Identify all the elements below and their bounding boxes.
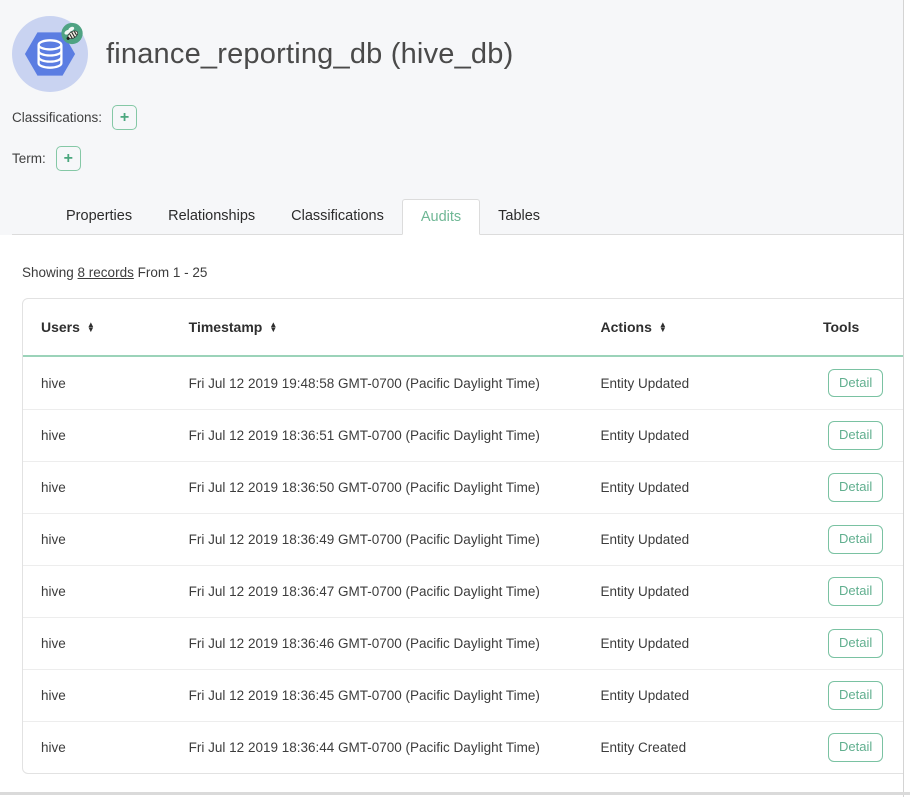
column-header-users[interactable]: Users ▲▼ [23, 299, 171, 357]
tools-cell: Detail [805, 617, 903, 669]
tab-relationships[interactable]: Relationships [150, 199, 273, 235]
action-cell: Entity Updated [583, 513, 805, 565]
user-cell: hive [23, 565, 171, 617]
tab-tables[interactable]: Tables [480, 199, 558, 235]
tab-properties[interactable]: Properties [48, 199, 150, 235]
detail-button[interactable]: Detail [828, 525, 883, 553]
column-label: Actions [601, 319, 652, 335]
user-cell: hive [23, 721, 171, 773]
title-row: finance_reporting_db (hive_db) [12, 16, 903, 92]
user-cell: hive [23, 357, 171, 409]
action-cell: Entity Updated [583, 669, 805, 721]
tools-cell: Detail [805, 669, 903, 721]
tabs: PropertiesRelationshipsClassificationsAu… [12, 199, 903, 235]
horizontal-scrollbar[interactable] [0, 792, 910, 795]
showing-prefix: Showing [22, 265, 78, 280]
hive-bee-badge [61, 23, 82, 44]
column-header-tools: Tools [805, 299, 903, 357]
audit-row: hiveFri Jul 12 2019 18:36:46 GMT-0700 (P… [23, 617, 903, 669]
audit-row: hiveFri Jul 12 2019 18:36:45 GMT-0700 (P… [23, 669, 903, 721]
detail-button[interactable]: Detail [828, 733, 883, 761]
column-label: Timestamp [189, 319, 263, 335]
record-count-summary: Showing 8 records From 1 - 25 [22, 265, 903, 280]
term-label: Term: [12, 151, 46, 166]
detail-button[interactable]: Detail [828, 681, 883, 709]
tools-cell: Detail [805, 565, 903, 617]
column-header-timestamp[interactable]: Timestamp ▲▼ [171, 299, 583, 357]
timestamp-cell: Fri Jul 12 2019 18:36:46 GMT-0700 (Pacif… [171, 617, 583, 669]
audit-row: hiveFri Jul 12 2019 18:36:50 GMT-0700 (P… [23, 461, 903, 513]
detail-button[interactable]: Detail [828, 369, 883, 397]
column-label: Users [41, 319, 80, 335]
timestamp-cell: Fri Jul 12 2019 18:36:49 GMT-0700 (Pacif… [171, 513, 583, 565]
detail-button[interactable]: Detail [828, 473, 883, 501]
detail-button[interactable]: Detail [828, 577, 883, 605]
plus-icon: + [64, 151, 73, 167]
sort-arrows-icon[interactable]: ▲▼ [87, 322, 95, 333]
timestamp-cell: Fri Jul 12 2019 18:36:45 GMT-0700 (Pacif… [171, 669, 583, 721]
showing-range: From 1 - 25 [134, 265, 208, 280]
table-header-row: Users ▲▼ Timestamp ▲▼ Actions ▲▼ Tools [23, 299, 903, 357]
add-classification-button[interactable]: + [112, 105, 137, 130]
timestamp-cell: Fri Jul 12 2019 18:36:47 GMT-0700 (Pacif… [171, 565, 583, 617]
sort-arrows-icon[interactable]: ▲▼ [659, 322, 667, 333]
tools-cell: Detail [805, 513, 903, 565]
audits-tab-content: Showing 8 records From 1 - 25 Users▲▼Tim… [0, 235, 903, 774]
records-count-link[interactable]: 8 records [78, 265, 134, 280]
classifications-label: Classifications: [12, 110, 102, 125]
action-cell: Entity Updated [583, 617, 805, 669]
entity-header-section: finance_reporting_db (hive_db) Classific… [0, 0, 903, 235]
detail-button[interactable]: Detail [828, 421, 883, 449]
timestamp-cell: Fri Jul 12 2019 18:36:51 GMT-0700 (Pacif… [171, 409, 583, 461]
action-cell: Entity Updated [583, 565, 805, 617]
tools-cell: Detail [805, 721, 903, 773]
timestamp-cell: Fri Jul 12 2019 19:48:58 GMT-0700 (Pacif… [171, 357, 583, 409]
database-hexagon-icon [12, 16, 88, 92]
plus-icon: + [120, 110, 129, 126]
classifications-row: Classifications: + [12, 105, 903, 130]
term-row: Term: + [12, 146, 903, 171]
action-cell: Entity Updated [583, 357, 805, 409]
user-cell: hive [23, 409, 171, 461]
action-cell: Entity Created [583, 721, 805, 773]
audit-row: hiveFri Jul 12 2019 19:48:58 GMT-0700 (P… [23, 357, 903, 409]
action-cell: Entity Updated [583, 461, 805, 513]
audit-row: hiveFri Jul 12 2019 18:36:51 GMT-0700 (P… [23, 409, 903, 461]
audit-row: hiveFri Jul 12 2019 18:36:49 GMT-0700 (P… [23, 513, 903, 565]
detail-button[interactable]: Detail [828, 629, 883, 657]
user-cell: hive [23, 461, 171, 513]
audit-table-container: Users▲▼Timestamp▲▼Actions▲▼Tools hiveFri… [22, 298, 903, 774]
timestamp-cell: Fri Jul 12 2019 18:36:50 GMT-0700 (Pacif… [171, 461, 583, 513]
tools-cell: Detail [805, 357, 903, 409]
user-cell: hive [23, 669, 171, 721]
user-cell: hive [23, 617, 171, 669]
audit-row: hiveFri Jul 12 2019 18:36:44 GMT-0700 (P… [23, 721, 903, 773]
page-title: finance_reporting_db (hive_db) [106, 38, 513, 71]
entity-detail-page: finance_reporting_db (hive_db) Classific… [0, 0, 904, 797]
column-label: Tools [823, 319, 859, 335]
tools-cell: Detail [805, 409, 903, 461]
audit-table: Users▲▼Timestamp▲▼Actions▲▼Tools hiveFri… [22, 298, 903, 774]
add-term-button[interactable]: + [56, 146, 81, 171]
timestamp-cell: Fri Jul 12 2019 18:36:44 GMT-0700 (Pacif… [171, 721, 583, 773]
tools-cell: Detail [805, 461, 903, 513]
column-header-actions[interactable]: Actions ▲▼ [583, 299, 805, 357]
tab-audits[interactable]: Audits [402, 199, 480, 235]
user-cell: hive [23, 513, 171, 565]
sort-arrows-icon[interactable]: ▲▼ [269, 322, 277, 333]
tab-classifications[interactable]: Classifications [273, 199, 402, 235]
audit-row: hiveFri Jul 12 2019 18:36:47 GMT-0700 (P… [23, 565, 903, 617]
action-cell: Entity Updated [583, 409, 805, 461]
